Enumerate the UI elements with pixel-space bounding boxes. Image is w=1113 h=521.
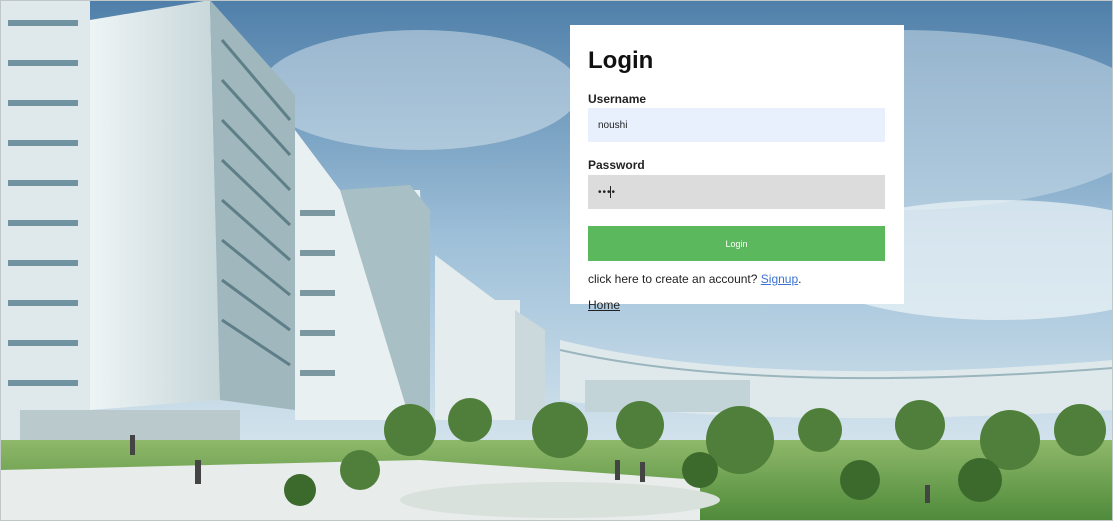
login-title: Login [588, 47, 654, 74]
password-input[interactable] [588, 175, 885, 209]
password-label: Password [588, 158, 645, 172]
campus-background-image [0, 0, 1113, 521]
signup-prompt-line: click here to create an account? Signup. [588, 272, 802, 286]
home-link[interactable]: Home [588, 298, 620, 312]
signup-period: . [798, 272, 802, 286]
text-cursor [610, 186, 611, 198]
login-card: Login Username Password Login click here… [570, 25, 904, 304]
signup-link[interactable]: Signup [761, 272, 798, 286]
signup-prompt-text: click here to create an account? [588, 272, 758, 286]
username-label: Username [588, 92, 647, 106]
login-button[interactable]: Login [588, 226, 885, 261]
username-input[interactable] [588, 108, 885, 142]
